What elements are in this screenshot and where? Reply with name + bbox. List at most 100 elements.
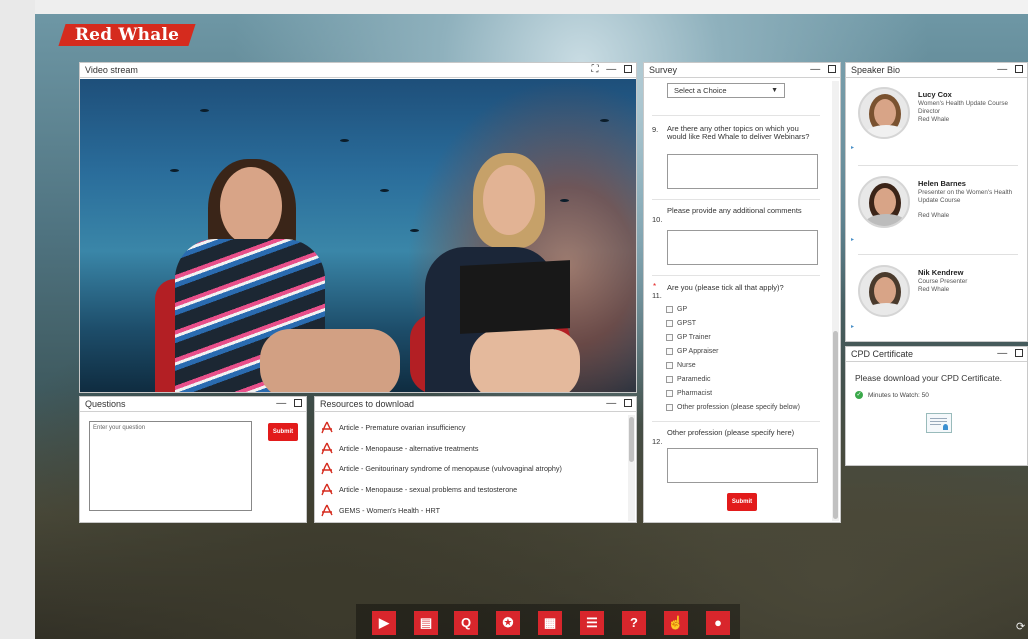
- option-checkbox[interactable]: GPST: [666, 320, 696, 327]
- minimize-icon[interactable]: —: [276, 398, 286, 409]
- bottom-toolbar: ▶ ▤ Q ✪ ▦ ☰ ? ☝ ●: [356, 604, 740, 639]
- expand-arrow-icon[interactable]: ▸: [851, 144, 854, 151]
- speaker-role: Women's Health Update Course Director: [918, 100, 1008, 115]
- presenter-legs: [470, 329, 580, 392]
- scroll-thumb[interactable]: [629, 417, 634, 462]
- option-checkbox[interactable]: Pharmacist: [666, 390, 712, 397]
- speaker-panel-title: Speaker Bio: [851, 65, 901, 75]
- other-profession-textarea[interactable]: [667, 448, 818, 483]
- checkbox[interactable]: [666, 334, 673, 341]
- comments-textarea[interactable]: [667, 230, 818, 265]
- resource-label: Article - Premature ovarian insufficienc…: [339, 422, 466, 432]
- expand-icon[interactable]: ⛶: [591, 64, 598, 75]
- question-number: 12.: [652, 437, 663, 446]
- survey-panel: Survey — Select a Choice ▼ 9. Are there …: [643, 62, 841, 523]
- maximize-icon[interactable]: [624, 65, 632, 74]
- checkbox[interactable]: [666, 376, 673, 383]
- question-number: 10.: [652, 215, 663, 224]
- minimize-icon[interactable]: —: [606, 398, 616, 409]
- page-margin-left: [0, 0, 35, 639]
- speaker-card[interactable]: Lucy Cox Women's Health Update Course Di…: [846, 79, 1018, 167]
- option-checkbox[interactable]: GP: [666, 306, 687, 313]
- topics-textarea[interactable]: [667, 154, 818, 189]
- video-player[interactable]: [80, 79, 636, 392]
- expand-arrow-icon[interactable]: ▸: [851, 323, 854, 330]
- resource-item[interactable]: Article - Menopause - sexual problems an…: [321, 479, 562, 500]
- fish-shape: [200, 109, 209, 112]
- maximize-icon[interactable]: [624, 399, 632, 408]
- avatar: [858, 176, 910, 228]
- help-icon[interactable]: ?: [622, 611, 646, 635]
- award-icon[interactable]: ✪: [496, 611, 520, 635]
- maximize-icon[interactable]: [294, 399, 302, 408]
- checkbox[interactable]: [666, 404, 673, 411]
- option-checkbox[interactable]: Paramedic: [666, 376, 710, 383]
- cpd-message: Please download your CPD Certificate.: [855, 373, 1002, 383]
- minimize-icon[interactable]: —: [810, 64, 820, 75]
- expand-arrow-icon[interactable]: ▸: [851, 236, 854, 243]
- speaker-name: Lucy Cox: [918, 90, 952, 99]
- maximize-icon[interactable]: [1015, 65, 1023, 74]
- checkbox[interactable]: [666, 362, 673, 369]
- option-label: Paramedic: [677, 376, 711, 383]
- required-marker: *: [653, 282, 657, 291]
- choice-select-value: Select a Choice: [674, 86, 727, 95]
- resource-item[interactable]: Article - Menopause - alternative treatm…: [321, 438, 562, 459]
- checkbox[interactable]: [666, 306, 673, 313]
- fish-shape: [170, 169, 179, 172]
- speaker-card[interactable]: Nik Kendrew Course Presenter Red Whale ▸: [846, 257, 1018, 345]
- checkbox[interactable]: [666, 390, 673, 397]
- minimize-icon[interactable]: —: [606, 64, 616, 75]
- speaker-name: Nik Kendrew: [918, 268, 964, 277]
- resources-panel-header: Resources to download —: [315, 397, 636, 412]
- cpd-certificate-panel: CPD Certificate — Please download your C…: [845, 346, 1028, 466]
- option-checkbox[interactable]: GP Trainer: [666, 334, 711, 341]
- questions-panel-title: Questions: [85, 399, 126, 409]
- document-icon[interactable]: ▤: [414, 611, 438, 635]
- survey-submit-button[interactable]: Submit: [727, 493, 757, 511]
- resource-label: Article - Menopause - sexual problems an…: [339, 485, 518, 495]
- option-checkbox[interactable]: GP Appraiser: [666, 348, 719, 355]
- user-profile-icon[interactable]: ●: [706, 611, 730, 635]
- resource-item[interactable]: Article - Premature ovarian insufficienc…: [321, 417, 562, 438]
- presenter-face: [483, 165, 535, 235]
- play-icon[interactable]: ▶: [372, 611, 396, 635]
- option-label: GP Appraiser: [677, 348, 719, 355]
- certificate-download-icon[interactable]: [926, 413, 952, 433]
- choice-select[interactable]: Select a Choice ▼: [667, 83, 785, 98]
- speaker-role: Presenter on the Women's Health Update C…: [918, 189, 1013, 204]
- question-submit-button[interactable]: Submit: [268, 423, 298, 441]
- fish-shape: [600, 119, 609, 122]
- resource-item[interactable]: Article - Genitourinary syndrome of meno…: [321, 459, 562, 480]
- question-input[interactable]: Enter your question: [89, 421, 252, 511]
- refresh-icon[interactable]: ⟳: [1016, 620, 1025, 633]
- red-whale-logo: Red Whale: [58, 24, 196, 46]
- maximize-icon[interactable]: [1015, 349, 1023, 358]
- maximize-icon[interactable]: [828, 65, 836, 74]
- questions-icon[interactable]: Q: [454, 611, 478, 635]
- minimize-icon[interactable]: —: [997, 64, 1007, 75]
- speaker-card[interactable]: Helen Barnes Presenter on the Women's He…: [846, 168, 1018, 256]
- resources-scrollbar[interactable]: [628, 415, 635, 521]
- checkbox[interactable]: [666, 348, 673, 355]
- calendar-icon[interactable]: ▦: [538, 611, 562, 635]
- survey-scrollbar[interactable]: [832, 81, 839, 521]
- resource-item[interactable]: GEMS - Women's Health - HRT: [321, 500, 562, 521]
- question-text: Are there any other topics on which you …: [667, 124, 810, 141]
- speaker-org: Red Whale: [918, 212, 950, 219]
- minutes-to-watch: ✓ Minutes to Watch: 50: [855, 391, 929, 399]
- survey-body: Select a Choice ▼ 9. Are there any other…: [644, 79, 840, 523]
- scroll-thumb[interactable]: [833, 331, 838, 519]
- fish-shape: [380, 189, 389, 192]
- minimize-icon[interactable]: —: [997, 348, 1007, 359]
- speaker-org: Red Whale: [918, 286, 950, 293]
- survey-list-icon[interactable]: ☰: [580, 611, 604, 635]
- pdf-icon: [321, 483, 333, 496]
- option-checkbox[interactable]: Nurse: [666, 362, 696, 369]
- option-checkbox[interactable]: Other profession (please specify below): [666, 404, 800, 411]
- touch-icon[interactable]: ☝: [664, 611, 688, 635]
- pdf-icon: [321, 442, 333, 455]
- checkbox[interactable]: [666, 320, 673, 327]
- speaker-role: Course Presenter: [918, 278, 968, 285]
- fish-shape: [560, 199, 569, 202]
